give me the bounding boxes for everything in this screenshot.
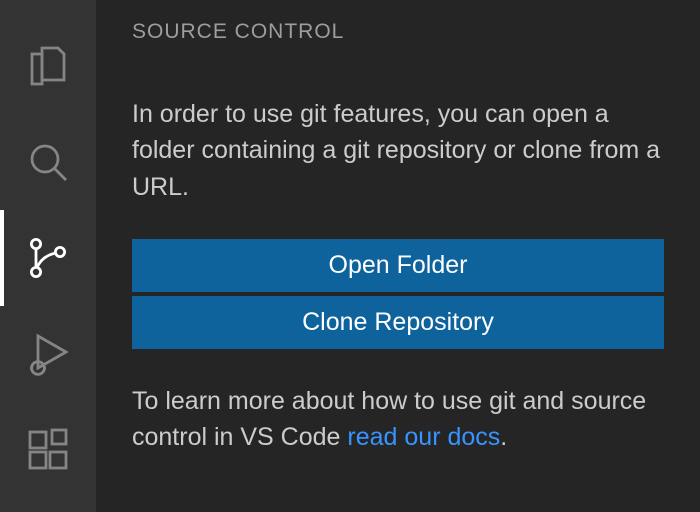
activity-extensions[interactable] [0,402,96,498]
panel-intro-text: In order to use git features, you can op… [132,96,664,205]
open-folder-button[interactable]: Open Folder [132,239,664,292]
read-our-docs-link[interactable]: read our docs [347,423,500,451]
activity-source-control[interactable] [0,210,96,306]
source-control-icon [24,234,72,282]
run-debug-icon [24,330,72,378]
panel-title: SOURCE CONTROL [132,20,664,44]
activity-bar [0,0,96,512]
clone-repository-button[interactable]: Clone Repository [132,296,664,349]
activity-explorer[interactable] [0,18,96,114]
editor-root: SOURCE CONTROL In order to use git featu… [0,0,700,512]
learn-suffix: . [500,423,507,451]
source-control-panel: SOURCE CONTROL In order to use git featu… [96,0,700,512]
search-icon [24,138,72,186]
learn-more-text: To learn more about how to use git and s… [132,383,664,456]
activity-run-debug[interactable] [0,306,96,402]
activity-search[interactable] [0,114,96,210]
extensions-icon [24,426,72,474]
files-icon [24,42,72,90]
